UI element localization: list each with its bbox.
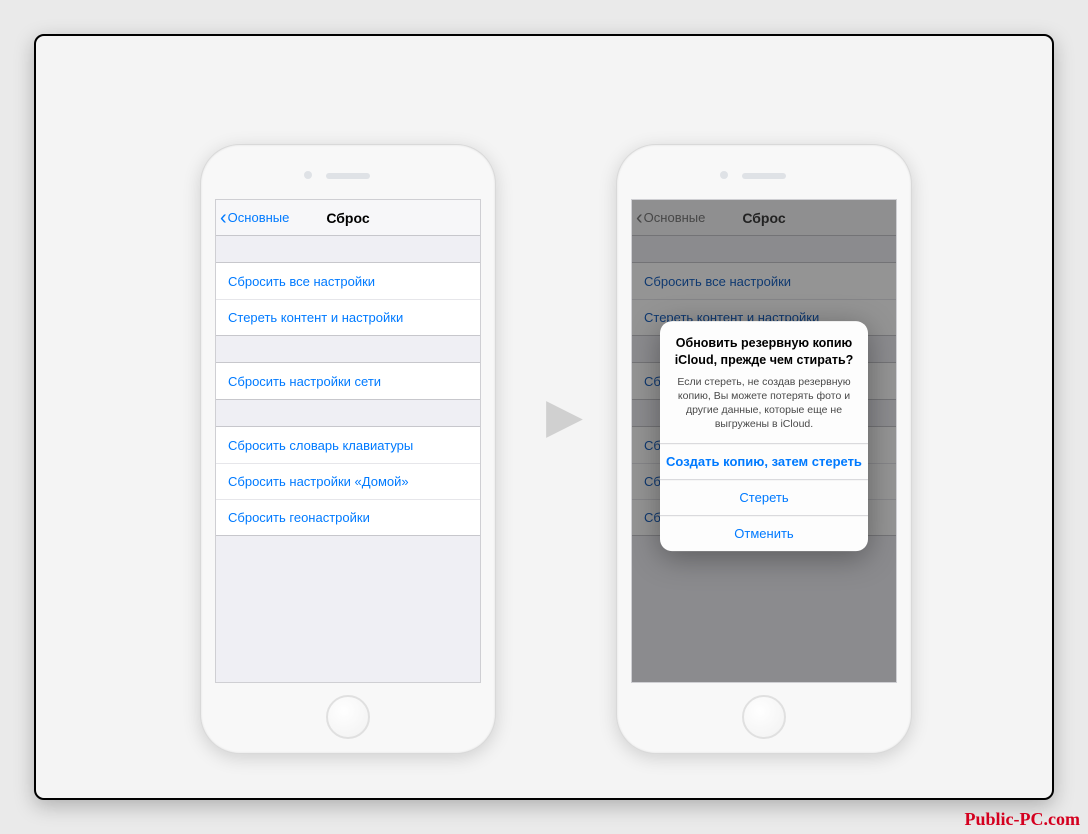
row-reset-location[interactable]: Сбросить геонастройки: [216, 499, 480, 535]
reset-list: Сбросить все настройки Стереть контент и…: [216, 236, 480, 536]
row-label: Сбросить все настройки: [228, 274, 375, 289]
spacer: [216, 236, 480, 262]
row-reset-keyboard[interactable]: Сбросить словарь клавиатуры: [216, 427, 480, 463]
row-label: Стереть контент и настройки: [228, 310, 403, 325]
phone-speaker: [742, 173, 786, 179]
spacer: [216, 400, 480, 426]
group-3: Сбросить словарь клавиатуры Сбросить нас…: [216, 426, 480, 536]
phone-camera: [720, 171, 728, 179]
watermark: Public-PC.com: [965, 809, 1080, 830]
alert-button-label: Отменить: [734, 527, 793, 542]
phone-right: ‹ Основные Сброс Сбросить все настройки …: [616, 144, 912, 754]
home-button[interactable]: [742, 695, 786, 739]
row-reset-all-settings[interactable]: Сбросить все настройки: [216, 263, 480, 299]
row-erase-content[interactable]: Стереть контент и настройки: [216, 299, 480, 335]
navbar: ‹ Основные Сброс: [216, 200, 480, 236]
home-button[interactable]: [326, 695, 370, 739]
alert-body: Обновить резервную копию iCloud, прежде …: [660, 321, 868, 443]
group-1: Сбросить все настройки Стереть контент и…: [216, 262, 480, 336]
arrow-right-icon: ▶: [546, 393, 583, 441]
alert-title: Обновить резервную копию iCloud, прежде …: [672, 335, 856, 369]
alert-message: Если стереть, не создав резервную копию,…: [672, 375, 856, 432]
alert-cancel-button[interactable]: Отменить: [660, 516, 868, 552]
screen-right: ‹ Основные Сброс Сбросить все настройки …: [631, 199, 897, 683]
row-reset-home[interactable]: Сбросить настройки «Домой»: [216, 463, 480, 499]
screen-left: ‹ Основные Сброс Сбросить все настройки …: [215, 199, 481, 683]
phone-camera: [304, 171, 312, 179]
nav-back-label: Основные: [228, 210, 290, 225]
chevron-left-icon: ‹: [220, 208, 227, 228]
nav-back-button[interactable]: ‹ Основные: [220, 200, 289, 235]
group-2: Сбросить настройки сети: [216, 362, 480, 400]
alert-erase-button[interactable]: Стереть: [660, 480, 868, 516]
phone-left: ‹ Основные Сброс Сбросить все настройки …: [200, 144, 496, 754]
row-reset-network[interactable]: Сбросить настройки сети: [216, 363, 480, 399]
alert-dialog: Обновить резервную копию iCloud, прежде …: [660, 321, 868, 551]
phone-speaker: [326, 173, 370, 179]
row-label: Сбросить настройки «Домой»: [228, 474, 409, 489]
nav-title: Сброс: [326, 210, 369, 226]
alert-button-label: Создать копию, затем стереть: [666, 455, 862, 470]
alert-backup-then-erase-button[interactable]: Создать копию, затем стереть: [660, 444, 868, 480]
row-label: Сбросить словарь клавиатуры: [228, 438, 413, 453]
row-label: Сбросить настройки сети: [228, 374, 381, 389]
image-frame: ‹ Основные Сброс Сбросить все настройки …: [34, 34, 1054, 800]
row-label: Сбросить геонастройки: [228, 510, 370, 525]
spacer: [216, 336, 480, 362]
alert-button-label: Стереть: [739, 491, 788, 506]
